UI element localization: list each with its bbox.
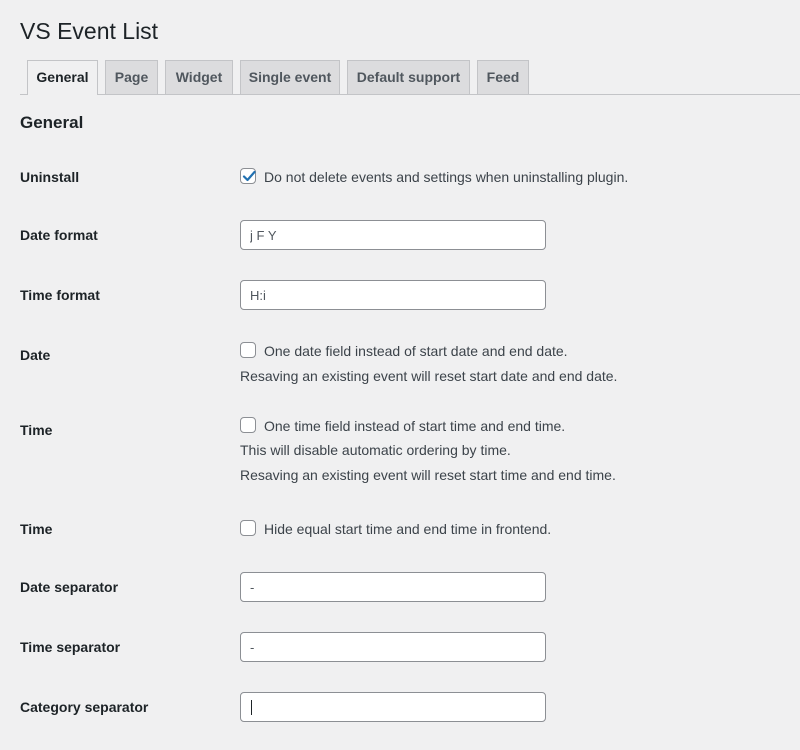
time-label: Time: [20, 422, 53, 438]
tab-divider: [20, 94, 800, 95]
tab-page[interactable]: Page: [105, 60, 158, 94]
time-format-label: Time format: [20, 287, 100, 303]
one-date-field-checkbox[interactable]: [240, 342, 256, 358]
uninstall-checkbox-label[interactable]: Do not delete events and settings when u…: [264, 168, 628, 186]
date-format-label: Date format: [20, 227, 98, 243]
hide-equal-time-checkbox-label[interactable]: Hide equal start time and end time in fr…: [264, 520, 551, 538]
time-separator-input[interactable]: [240, 632, 546, 662]
tab-single-event[interactable]: Single event: [240, 60, 340, 94]
one-date-field-checkbox-label[interactable]: One date field instead of start date and…: [264, 342, 568, 360]
one-time-field-checkbox[interactable]: [240, 417, 256, 433]
uninstall-label: Uninstall: [20, 169, 80, 185]
settings-page: VS Event List General Page Widget Single…: [0, 0, 800, 750]
time-description-ordering: This will disable automatic ordering by …: [240, 442, 511, 458]
date-format-input[interactable]: [240, 220, 546, 250]
tab-default-support[interactable]: Default support: [347, 60, 470, 94]
hide-equal-time-checkbox[interactable]: [240, 520, 256, 536]
one-time-field-checkbox-label[interactable]: One time field instead of start time and…: [264, 417, 565, 435]
time-description-resave: Resaving an existing event will reset st…: [240, 467, 616, 483]
category-separator-label: Category separator: [20, 699, 149, 715]
date-description: Resaving an existing event will reset st…: [240, 368, 618, 384]
text-cursor: [251, 700, 252, 715]
category-separator-input[interactable]: [240, 692, 546, 722]
date-separator-input[interactable]: [240, 572, 546, 602]
page-title: VS Event List: [20, 18, 159, 44]
checkmark-icon: [242, 170, 256, 182]
section-title: General: [20, 113, 84, 132]
uninstall-checkbox[interactable]: [240, 168, 256, 184]
tab-general[interactable]: General: [27, 60, 98, 95]
date-label: Date: [20, 347, 51, 363]
tab-widget[interactable]: Widget: [165, 60, 233, 94]
time-separator-label: Time separator: [20, 639, 121, 655]
date-separator-label: Date separator: [20, 579, 119, 595]
time-format-input[interactable]: [240, 280, 546, 310]
tab-feed[interactable]: Feed: [477, 60, 529, 94]
time-hide-label: Time: [20, 521, 53, 537]
